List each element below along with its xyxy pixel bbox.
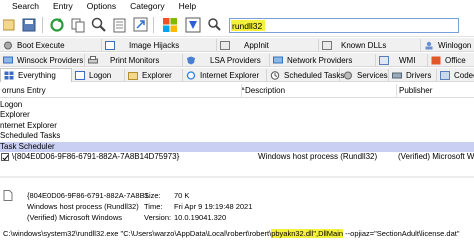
driver-icon	[392, 72, 402, 79]
virustotal-icon[interactable]	[183, 16, 202, 34]
version-value: 10.0.19041.320	[174, 213, 227, 222]
tab-codecs[interactable]: Codecs	[437, 69, 474, 82]
size-label: Size:	[144, 191, 161, 200]
tab-services[interactable]: Services	[340, 69, 389, 82]
codec-icon	[440, 71, 450, 80]
time-label: Time:	[144, 202, 163, 211]
tab-office[interactable]: Office	[428, 54, 474, 67]
save-icon[interactable]	[19, 16, 38, 34]
network-icon	[273, 56, 283, 64]
windows-logo-icon[interactable]	[160, 16, 179, 34]
tab-lsa-providers[interactable]: LSA Providers	[183, 54, 270, 67]
menu-category[interactable]: Category	[124, 0, 173, 13]
tab-winsock-providers[interactable]: Winsock Providers	[0, 54, 85, 67]
jump-icon[interactable]	[131, 16, 150, 34]
time-value: Fri Apr 9 19:19:48 2021	[174, 202, 253, 211]
tab-wmi[interactable]: WMI	[376, 54, 428, 67]
tab-boot-execute[interactable]: Boot Execute	[0, 39, 102, 52]
tab-drivers[interactable]: Drivers	[389, 69, 437, 82]
module-icon	[322, 41, 332, 50]
column-entry[interactable]: orruns Entry	[2, 86, 46, 95]
tab-print-monitors[interactable]: Print Monitors	[85, 54, 183, 67]
module-icon	[220, 41, 230, 50]
menu-bar: Search Entry Options Category Help	[0, 0, 474, 13]
tab-internet-explorer[interactable]: Internet Explorer	[183, 69, 267, 82]
tab-winlogon[interactable]: Winlogon	[421, 39, 474, 52]
logon-icon	[75, 71, 85, 80]
column-publisher[interactable]: Publisher	[399, 86, 432, 95]
entry-name: \{804E0D06-9F86-6791-882A-7A8B14D75973}	[12, 152, 180, 161]
column-description[interactable]: Description	[245, 86, 285, 95]
menu-search[interactable]: Search	[0, 0, 47, 13]
entry-publisher: (Verified) Microsoft Windo	[398, 152, 474, 161]
tab-row-2: Winsock Providers Print Monitors LSA Pro…	[0, 53, 474, 67]
find-icon[interactable]	[89, 16, 108, 34]
gear-icon	[344, 71, 352, 80]
version-label: Version:	[144, 213, 172, 222]
tab-row-1: Boot Execute Image Hijacks AppInit Known…	[0, 38, 474, 52]
printer-icon	[88, 56, 98, 64]
gear-icon	[4, 41, 12, 50]
command-highlight: pbyakn32.dll",DllMain	[271, 229, 344, 238]
scan-icon[interactable]	[205, 16, 224, 34]
open-icon[interactable]	[0, 16, 19, 34]
tab-explorer[interactable]: Explorer	[125, 69, 183, 82]
filter-box[interactable]	[229, 18, 459, 33]
table-row[interactable]: \{804E0D06-9F86-6791-882A-7A8B14D75973} …	[0, 152, 474, 162]
office-icon	[431, 56, 441, 65]
detail-description: Windows host process (Rundll32)	[27, 202, 139, 211]
network-icon	[3, 56, 13, 64]
clock-icon	[270, 71, 280, 80]
tab-logon[interactable]: Logon	[72, 69, 125, 82]
grid-icon	[4, 71, 14, 80]
detail-name: {804E0D06-9F86-6791-882A-7A8B1	[27, 191, 149, 200]
menu-help[interactable]: Help	[173, 0, 204, 13]
column-header: orruns Entry ▲ Description Publisher	[0, 84, 474, 98]
tab-known-dlls[interactable]: Known DLLs	[319, 39, 421, 52]
tab-network-providers[interactable]: Network Providers	[270, 54, 376, 67]
entry-description: Windows host process (Rundll32)	[258, 152, 378, 161]
tab-image-hijacks[interactable]: Image Hijacks	[102, 39, 217, 52]
tab-row-3: Everything Logon Explorer Internet Explo…	[0, 68, 474, 82]
tab-appinit[interactable]: AppInit	[217, 39, 319, 52]
shield-icon	[187, 56, 195, 65]
tab-scheduled-tasks[interactable]: Scheduled Tasks	[267, 69, 344, 82]
command-line: C:\windows\system32\rundll32.exe "C:\Use…	[3, 229, 460, 238]
menu-options[interactable]: Options	[81, 0, 124, 13]
copy-icon[interactable]	[68, 16, 87, 34]
toolbar	[0, 13, 474, 37]
file-icon	[3, 190, 13, 201]
wmi-icon	[379, 56, 389, 65]
user-icon	[425, 41, 433, 50]
tab-everything[interactable]: Everything	[0, 68, 72, 82]
menu-entry[interactable]: Entry	[47, 0, 81, 13]
section-logon[interactable]: Logon	[0, 100, 474, 110]
size-value: 70 K	[174, 191, 190, 200]
ie-icon	[186, 71, 196, 80]
filter-input[interactable]	[230, 19, 458, 32]
detail-publisher: (Verified) Microsoft Windows	[27, 213, 123, 222]
properties-icon[interactable]	[110, 16, 129, 34]
window-icon	[105, 41, 115, 50]
refresh-icon[interactable]	[47, 16, 66, 34]
folder-icon	[128, 72, 138, 80]
section-internet-explorer[interactable]: nternet Explorer	[0, 121, 474, 131]
section-scheduled-tasks[interactable]: Scheduled Tasks	[0, 131, 474, 141]
pane-splitter[interactable]	[0, 176, 474, 178]
section-explorer[interactable]: Explorer	[0, 110, 474, 120]
entry-checkbox[interactable]	[1, 153, 9, 161]
task-scheduler-header[interactable]: Task Scheduler	[0, 142, 474, 152]
